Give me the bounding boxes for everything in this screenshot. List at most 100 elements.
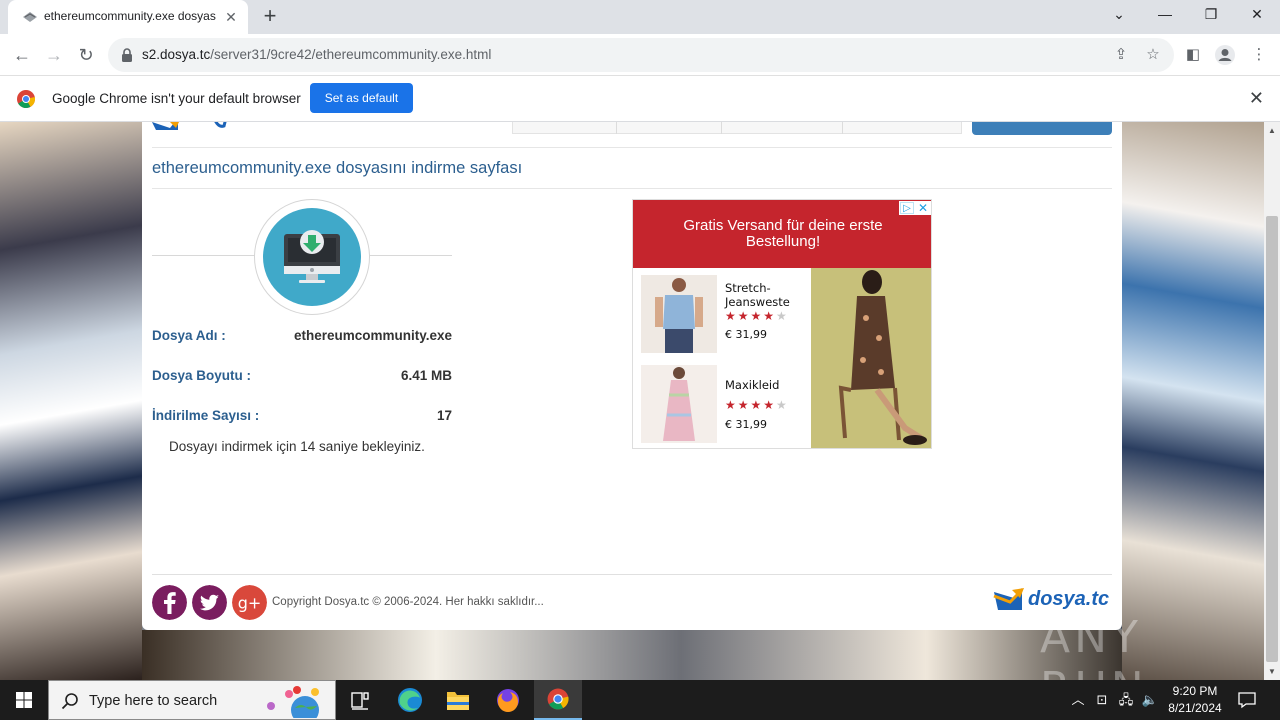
product-rating: ★★★★★	[725, 398, 789, 412]
product-image-dress	[641, 365, 717, 443]
dosya-favicon-icon	[23, 12, 37, 22]
lock-icon	[122, 48, 132, 62]
tab-search-icon[interactable]: ⌄	[1096, 0, 1142, 30]
browser-toolbar: ← → ↻ s2.dosya.tc/server31/9cre42/ethere…	[0, 34, 1280, 76]
file-size-value: 6.41 MB	[400, 368, 452, 383]
content-panel: ethereumcommunity.exe dosyasını indirme …	[142, 122, 1122, 630]
background-image-right	[1122, 122, 1264, 680]
minimize-button[interactable]: —	[1142, 0, 1188, 30]
infobar-message: Google Chrome isn't your default browser	[52, 91, 301, 106]
share-icon[interactable]: ⇪	[1112, 46, 1130, 64]
wait-message: Dosyayı indirmek için 14 saniye bekleyin…	[169, 439, 425, 454]
ad-choices[interactable]: ▷ ✕	[899, 201, 931, 215]
scroll-thumb[interactable]	[1266, 216, 1278, 662]
file-explorer-icon[interactable]	[434, 680, 482, 720]
search-highlight-icon	[267, 686, 319, 718]
device-icon[interactable]: ⊡	[1092, 690, 1112, 710]
tab-strip: ethereumcommunity.exe dosyas ✕ + ⌄ — ❐ ✕	[0, 0, 1280, 34]
set-as-default-button[interactable]: Set as default	[310, 83, 413, 113]
back-button[interactable]: ←	[9, 42, 35, 68]
reload-button[interactable]: ↻	[73, 42, 99, 68]
infobar-close-icon[interactable]: ✕	[1249, 89, 1264, 107]
edge-icon[interactable]	[386, 680, 434, 720]
default-browser-infobar: Google Chrome isn't your default browser…	[0, 76, 1280, 122]
search-placeholder: Type here to search	[89, 693, 218, 709]
footer-logo-text: dosya.tc	[1028, 588, 1110, 610]
product-price: € 31,99	[725, 328, 767, 341]
page-viewport: ethereumcommunity.exe dosyasını indirme …	[0, 122, 1264, 680]
copyright-text: Copyright Dosya.tc © 2006-2024. Her hakk…	[272, 596, 544, 608]
divider	[152, 188, 1112, 189]
download-monitor-icon	[284, 230, 340, 283]
main-menu[interactable]	[512, 122, 962, 134]
anyrun-watermark: ANY RUN	[1040, 612, 1144, 680]
tab-title: ethereumcommunity.exe dosyas	[44, 9, 216, 23]
scroll-up-icon[interactable]: ▲	[1268, 126, 1276, 135]
file-size-row: Dosya Boyutu : 6.41 MB	[152, 368, 452, 386]
ad-choices-icon[interactable]: ▷	[900, 202, 914, 214]
volume-icon[interactable]: 🔈	[1140, 690, 1160, 710]
svg-text:g+: g+	[238, 594, 262, 613]
sidepanel-icon[interactable]: ◧	[1182, 44, 1204, 66]
clock-time: 9:20 PM	[1172, 684, 1218, 698]
product-rating: ★★★★★	[725, 309, 789, 323]
advertisement[interactable]: Gratis Versand für deine erste Bestellun…	[632, 199, 932, 449]
restore-button[interactable]: ❐	[1188, 0, 1234, 30]
facebook-icon[interactable]	[152, 585, 187, 620]
file-name-value: ethereumcommunity.exe	[293, 328, 452, 343]
task-view-icon[interactable]	[336, 680, 384, 720]
page-scrollbar[interactable]: ▲ ▼	[1264, 122, 1280, 680]
url-text: s2.dosya.tc/server31/9cre42/ethereumcomm…	[142, 47, 491, 62]
url-host: s2.dosya.tc	[142, 47, 211, 62]
footer-divider	[152, 574, 1112, 575]
kebab-menu-icon[interactable]: ⋮	[1248, 44, 1270, 66]
download-icon-ring	[254, 199, 370, 315]
download-icon-circle	[263, 208, 361, 306]
tab-close-icon[interactable]: ✕	[222, 8, 240, 26]
scroll-down-icon[interactable]: ▼	[1268, 667, 1276, 676]
file-size-label: Dosya Boyutu :	[152, 368, 252, 383]
background-image	[0, 122, 142, 680]
site-logo[interactable]	[152, 122, 302, 134]
download-count-row: İndirilme Sayısı : 17	[152, 408, 452, 426]
clock-date: 8/21/2024	[1168, 701, 1222, 715]
star-icon[interactable]: ☆	[1144, 46, 1162, 64]
page-title: ethereumcommunity.exe dosyasını indirme …	[152, 159, 523, 177]
address-bar[interactable]: s2.dosya.tc/server31/9cre42/ethereumcomm…	[108, 38, 1174, 72]
chrome-icon[interactable]	[534, 680, 582, 720]
google-plus-icon[interactable]: g+	[232, 585, 267, 620]
product-name: Stretch-Jeansweste	[725, 281, 790, 309]
ad-headline[interactable]: Gratis Versand für deine erste Bestellun…	[633, 200, 931, 268]
header-button[interactable]	[972, 122, 1112, 135]
windows-taskbar: Type here to search ︿ ⊡ 🖧 🔈 9:20 PM 8/21…	[0, 680, 1280, 720]
file-name-label: Dosya Adı :	[152, 328, 226, 343]
taskbar-clock[interactable]: 9:20 PM 8/21/2024	[1160, 683, 1230, 717]
taskbar-search[interactable]: Type here to search	[48, 680, 336, 720]
product-name: Maxikleid	[725, 378, 780, 392]
ad-product-card[interactable]: Stretch-Jeansweste ★★★★★ € 31,99	[633, 268, 811, 358]
notification-icon[interactable]	[1236, 690, 1258, 710]
close-window-button[interactable]: ✕	[1234, 0, 1280, 30]
network-icon[interactable]: 🖧	[1116, 690, 1136, 710]
windows-icon[interactable]	[0, 680, 48, 720]
url-path: /server31/9cre42/ethereumcommunity.exe.h…	[210, 47, 492, 62]
search-icon	[61, 693, 78, 710]
download-count-label: İndirilme Sayısı :	[152, 408, 260, 423]
show-hidden-icons-icon[interactable]: ︿	[1068, 690, 1088, 710]
divider	[152, 147, 1112, 148]
new-tab-button[interactable]: +	[258, 5, 282, 29]
chrome-icon	[17, 90, 35, 108]
profile-icon[interactable]	[1214, 44, 1236, 66]
ad-model-photo[interactable]	[811, 268, 932, 449]
ad-close-icon[interactable]: ✕	[916, 201, 930, 215]
dosya-logo-icon	[993, 588, 1024, 610]
ad-product-card[interactable]: Maxikleid ★★★★★ € 31,99	[633, 358, 811, 448]
product-price: € 31,99	[725, 418, 767, 431]
firefox-icon[interactable]	[484, 680, 532, 720]
twitter-icon[interactable]	[192, 585, 227, 620]
download-count-value: 17	[436, 408, 452, 423]
forward-button[interactable]: →	[41, 42, 67, 68]
product-image-vest	[641, 275, 717, 353]
file-name-row: Dosya Adı : ethereumcommunity.exe	[152, 328, 452, 346]
browser-tab[interactable]: ethereumcommunity.exe dosyas ✕	[8, 0, 248, 34]
